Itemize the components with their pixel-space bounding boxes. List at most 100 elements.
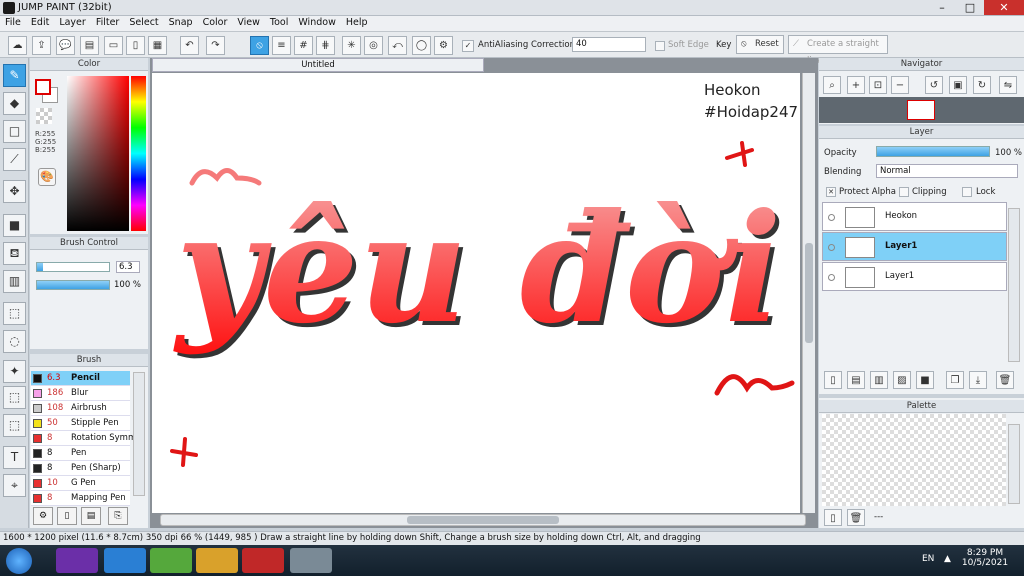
circle-icon[interactable]: ◯	[412, 36, 431, 55]
lock-checkbox[interactable]	[962, 187, 972, 197]
concentric-icon[interactable]: ◎	[364, 36, 383, 55]
clock[interactable]: 8:29 PM 10/5/2021	[960, 548, 1010, 568]
cloud-icon[interactable]: ☁	[8, 36, 27, 55]
zoom-out-icon[interactable]: −	[891, 76, 909, 94]
canvas-tab[interactable]: Untitled	[152, 58, 484, 72]
navigator-preview[interactable]	[819, 97, 1024, 123]
brush-size-value[interactable]: 6.3	[116, 261, 140, 273]
reset-button[interactable]: ⦸ Reset	[736, 35, 784, 54]
palette-new-icon[interactable]: ▯	[824, 509, 842, 526]
straight-line-button[interactable]: ⟋Create a straight line	[788, 35, 888, 66]
menu-window[interactable]: Window	[293, 16, 340, 29]
menu-view[interactable]: View	[232, 16, 265, 29]
palette-grid[interactable]	[822, 414, 1006, 506]
correction-input[interactable]: 40	[572, 37, 646, 52]
menu-edit[interactable]: Edit	[26, 16, 54, 29]
select-rect-icon[interactable]: ⬚	[3, 302, 26, 325]
brush-item[interactable]: 108 Airbrush	[31, 401, 130, 416]
palette-picker-icon[interactable]: 🎨	[38, 168, 56, 186]
parallel-lines-icon[interactable]: ≡	[272, 36, 291, 55]
paint-app-icon[interactable]	[290, 548, 332, 573]
upload-icon[interactable]: ⇪	[32, 36, 51, 55]
move-tool-icon[interactable]: ✥	[3, 180, 26, 203]
new-raster-icon[interactable]: ▤	[847, 371, 865, 389]
close-button[interactable]: ✕	[984, 0, 1024, 15]
undo-icon[interactable]: ↶	[180, 36, 199, 55]
layer-opacity-slider[interactable]	[876, 146, 990, 157]
menu-color[interactable]: Color	[198, 16, 233, 29]
eyedropper-icon[interactable]: ⌖	[3, 474, 26, 497]
flip-icon[interactable]: ⇋	[999, 76, 1017, 94]
canvas-vertical-scrollbar[interactable]	[802, 73, 815, 513]
fill-rect-tool-icon[interactable]: ■	[3, 214, 26, 237]
gear-icon[interactable]: ⚙	[434, 36, 453, 55]
bucket-tool-icon[interactable]: ⛾	[3, 242, 26, 265]
start-button[interactable]	[6, 548, 32, 574]
brush-settings-icon[interactable]: ⚙	[33, 507, 53, 525]
brush-item[interactable]: 8 Rotation Symm	[31, 431, 136, 446]
hue-slider[interactable]	[131, 76, 146, 231]
brush-tool-icon[interactable]: ✎	[3, 64, 26, 87]
palette-scrollbar[interactable]	[1008, 424, 1020, 504]
language-indicator[interactable]: EN	[922, 554, 934, 564]
brush-import-icon[interactable]: ⎘	[108, 507, 128, 525]
new-folder-icon[interactable]: ■	[916, 371, 934, 389]
new-layer-icon[interactable]: ▯	[824, 371, 842, 389]
brush-item[interactable]: 10 G Pen	[31, 476, 130, 491]
menu-tool[interactable]: Tool	[265, 16, 293, 29]
comment-icon[interactable]: ▤	[80, 36, 99, 55]
fit-window-icon[interactable]: ▣	[949, 76, 967, 94]
snap-off-icon[interactable]: ⦸	[250, 36, 269, 55]
eraser-tool-icon[interactable]: ◆	[3, 92, 26, 115]
horizontal-scroll-thumb[interactable]	[407, 516, 559, 524]
vanishing-point-icon[interactable]: ⋕	[316, 36, 335, 55]
duplicate-layer-icon[interactable]: ❐	[946, 371, 964, 389]
new-brush-icon[interactable]: ▯	[57, 507, 77, 525]
foreground-color-swatch[interactable]	[35, 79, 51, 95]
saturation-value-picker[interactable]	[67, 76, 129, 231]
visibility-eye-icon[interactable]	[828, 274, 835, 281]
brush-item[interactable]: 6.3 Pencil	[31, 371, 130, 386]
select-eraser-icon[interactable]: ⬚	[3, 414, 26, 437]
chrome-icon[interactable]	[196, 548, 238, 573]
zoom-fit-icon[interactable]: ⌕	[823, 76, 841, 94]
visual-studio-icon[interactable]	[56, 548, 98, 573]
tray-arrow-icon[interactable]: ▲	[944, 554, 951, 564]
magic-wand-icon[interactable]: ✦	[3, 360, 26, 383]
delete-layer-icon[interactable]: 🗑	[996, 371, 1014, 389]
transparent-color-swatch[interactable]	[36, 108, 52, 124]
gradient-tool-icon[interactable]: ▥	[3, 270, 26, 293]
menu-snap[interactable]: Snap	[164, 16, 198, 29]
menu-select[interactable]: Select	[124, 16, 163, 29]
text-tool-icon[interactable]: T	[3, 446, 26, 469]
brush-list-scrollbar[interactable]	[133, 372, 145, 496]
new-halftone-icon[interactable]: ▥	[870, 371, 888, 389]
minimize-button[interactable]: –	[928, 0, 956, 15]
menu-file[interactable]: File	[0, 16, 26, 29]
menu-filter[interactable]: Filter	[91, 16, 125, 29]
redo-icon[interactable]: ↷	[206, 36, 225, 55]
visibility-eye-icon[interactable]	[828, 214, 835, 221]
brush-item[interactable]: 186 Blur	[31, 386, 130, 401]
jump-paint-icon[interactable]	[242, 548, 284, 573]
radial-icon[interactable]: ✳	[342, 36, 361, 55]
clipping-checkbox[interactable]	[899, 187, 909, 197]
soft-edge-checkbox[interactable]	[655, 41, 665, 51]
curve-icon[interactable]: ⤺	[388, 36, 407, 55]
canvas-horizontal-scrollbar[interactable]	[160, 514, 806, 526]
lasso-icon[interactable]: ◌	[3, 330, 26, 353]
protect-alpha-checkbox[interactable]: ✕	[826, 187, 836, 197]
zoom-actual-icon[interactable]: ⊡	[869, 76, 887, 94]
layer-row[interactable]: Layer1	[822, 232, 1007, 261]
new-tone-icon[interactable]: ▨	[893, 371, 911, 389]
visibility-eye-icon[interactable]	[828, 244, 835, 251]
rotate-left-icon[interactable]: ↺	[925, 76, 943, 94]
select-pen-icon[interactable]: ⬚	[3, 386, 26, 409]
zoom-in-icon[interactable]: +	[847, 76, 865, 94]
menu-help[interactable]: Help	[341, 16, 373, 29]
merge-layer-icon[interactable]: ⤓	[969, 371, 987, 389]
drawing-canvas[interactable]: Heokon #Hoidap247 yêu đời yêu đời	[152, 73, 800, 513]
rectangle-tool-icon[interactable]: □	[3, 120, 26, 143]
line-tool-icon[interactable]: ⟋	[3, 148, 26, 171]
utorrent-icon[interactable]	[150, 548, 192, 573]
